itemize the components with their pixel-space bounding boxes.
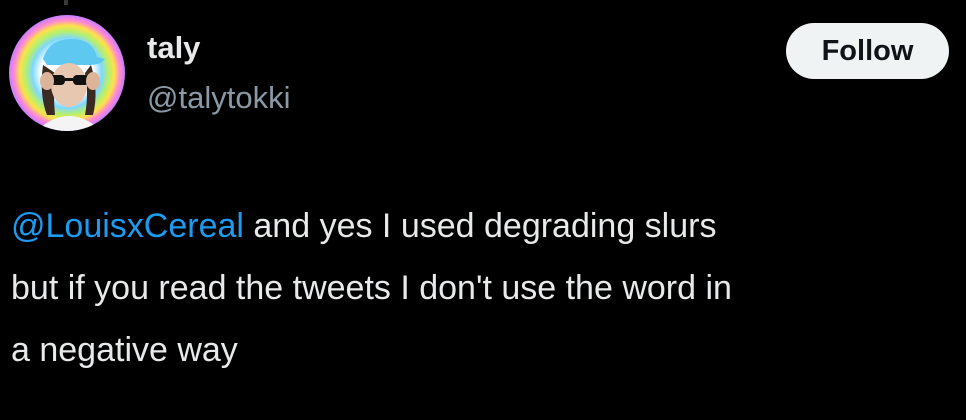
author-name[interactable]: taly [147,30,200,66]
avatar[interactable] [9,15,125,131]
avatar-image [9,15,125,131]
mention-link[interactable]: @LouisxCereal [11,207,244,245]
tweet-line-1: @LouisxCereal and yes I used degrading s… [11,195,957,257]
tweet-line-3: a negative way [11,331,238,369]
author-handle[interactable]: @talytokki [147,80,290,116]
tweet-line-2: but if you read the tweets I don't use t… [11,269,732,307]
follow-button[interactable]: Follow [786,23,949,79]
tweet-text: @LouisxCereal and yes I used degrading s… [11,195,957,381]
tweet-line-1-text: and yes I used degrading slurs [243,207,717,245]
tweet-card: taly @talytokki Follow @LouisxCereal and… [0,0,966,420]
thread-connector [64,0,68,5]
